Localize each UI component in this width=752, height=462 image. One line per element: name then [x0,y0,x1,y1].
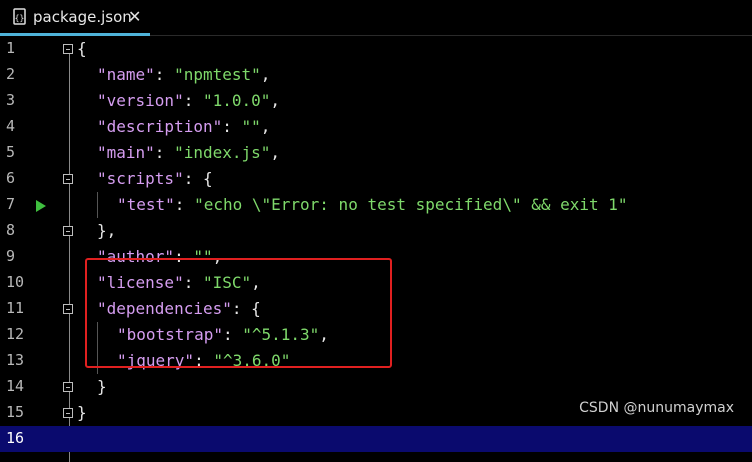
code-text: { [77,39,87,58]
json-key: "test" [117,195,175,214]
line-number: 1 [6,39,16,57]
dependencies-highlight-box [85,258,392,368]
line-number: 6 [6,169,16,187]
json-key: "scripts" [97,169,184,188]
line-number: 15 [6,403,25,421]
fold-toggle-icon[interactable] [63,382,73,392]
line-number: 12 [6,325,25,343]
fold-toggle-icon[interactable] [63,174,73,184]
json-punctuation: , [270,91,281,110]
json-string: "1.0.0" [202,91,271,110]
json-key: "description" [97,117,223,136]
fold-toggle-icon[interactable] [63,226,73,236]
code-line[interactable]: 3 "version": "1.0.0", [0,88,752,114]
code-line[interactable]: 2 "name": "npmtest", [0,62,752,88]
run-script-icon[interactable] [36,200,46,212]
code-text: "name": "npmtest", [97,65,270,84]
json-punctuation: : [174,195,195,214]
json-key: "main" [97,143,155,162]
tab-title: package.json [33,8,132,26]
json-punctuation: : [222,117,242,136]
code-text: "scripts": { [97,169,213,188]
code-text: }, [97,221,116,240]
json-string: "" [241,117,261,136]
fold-toggle-icon[interactable] [63,44,73,54]
line-number: 16 [6,429,25,447]
fold-toggle-icon[interactable] [63,304,73,314]
svg-text:{}: {} [15,14,25,23]
json-file-icon: {} [13,8,26,25]
code-text: "test": "echo \"Error: no test specified… [117,195,628,214]
line-number: 8 [6,221,16,239]
json-key: "version" [97,91,184,110]
code-line[interactable]: 16 [0,426,752,452]
code-text: "description": "", [97,117,270,136]
fold-toggle-icon[interactable] [63,408,73,418]
json-string: "index.js" [174,143,271,162]
json-punctuation: : [154,65,175,84]
code-line[interactable]: 14} [0,374,752,400]
line-number: 2 [6,65,16,83]
code-text: } [77,403,87,422]
code-text: "version": "1.0.0", [97,91,280,110]
code-text: "main": "index.js", [97,143,280,162]
editor-tab-bar: {} package.json ✕ [0,0,752,36]
line-number: 10 [6,273,25,291]
json-punctuation: } [97,377,107,396]
line-number: 13 [6,351,25,369]
line-number: 5 [6,143,16,161]
json-punctuation: , [260,65,271,84]
json-punctuation: : [183,91,203,110]
tab-package-json[interactable]: {} package.json ✕ [0,0,150,36]
watermark: CSDN @nunumaymax [579,400,734,416]
code-line[interactable]: 5 "main": "index.js", [0,140,752,166]
json-punctuation: , [260,117,271,136]
code-line[interactable]: 1{ [0,36,752,62]
line-number: 14 [6,377,25,395]
line-number: 9 [6,247,16,265]
json-punctuation: { [77,39,87,58]
line-number: 11 [6,299,25,317]
json-punctuation: : { [183,169,213,188]
close-tab-icon[interactable]: ✕ [128,7,141,26]
code-line[interactable]: 7 "test": "echo \"Error: no test specifie… [0,192,752,218]
code-editor[interactable]: 1{2 "name": "npmtest", 3 "version": "1.0.0"… [0,36,752,462]
code-line[interactable]: 6 "scripts": { [0,166,752,192]
line-number: 7 [6,195,16,213]
code-line[interactable]: 4 "description": "", [0,114,752,140]
line-number: 4 [6,117,16,135]
code-text: } [97,377,107,396]
json-punctuation: }, [97,221,117,240]
json-string: "npmtest" [174,65,261,84]
json-string: "echo \"Error: no test specified\" && ex… [194,195,628,214]
json-punctuation: : [154,143,175,162]
json-punctuation: } [77,403,87,422]
json-punctuation: , [270,143,281,162]
code-line[interactable]: 8}, [0,218,752,244]
line-number: 3 [6,91,16,109]
json-key: "name" [97,65,155,84]
